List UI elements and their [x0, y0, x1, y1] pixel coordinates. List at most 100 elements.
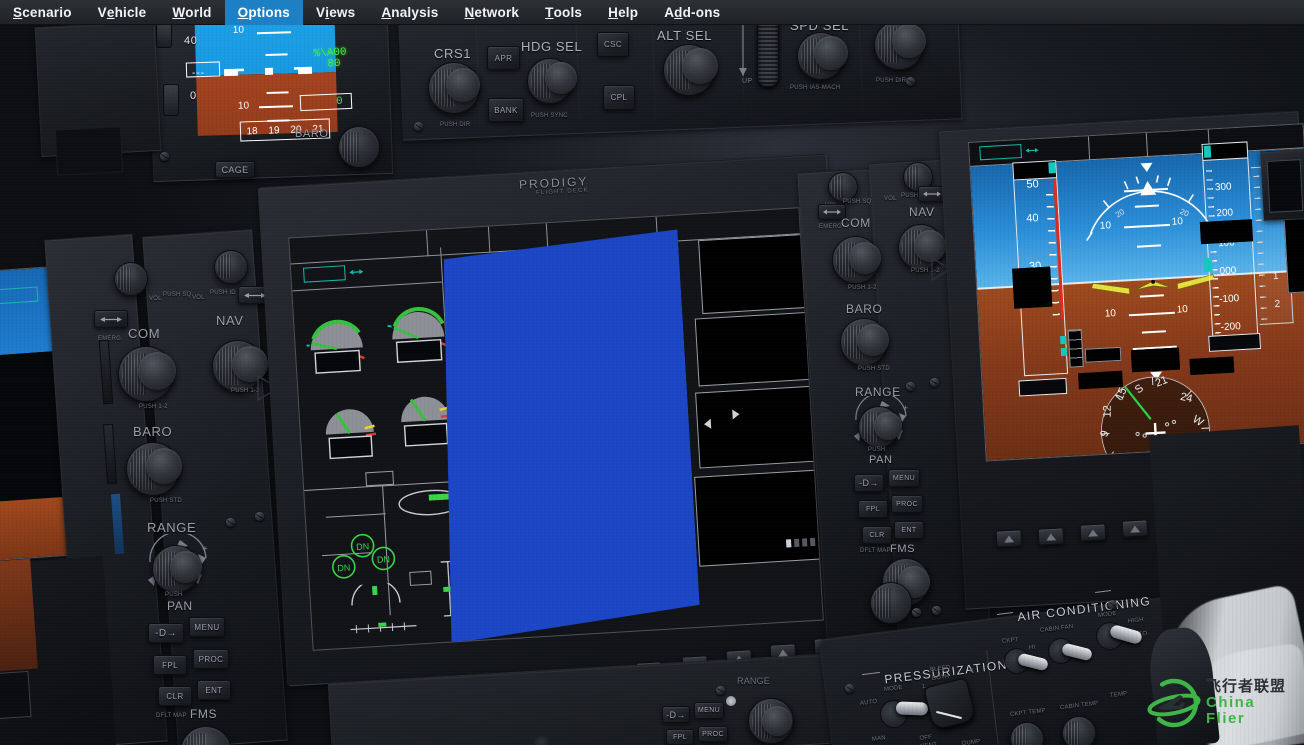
right-com-frequency-inner-knob[interactable]: [849, 242, 881, 274]
engine-gauge-itt-left: [325, 409, 377, 460]
right-direct-to-button[interactable]: -D→: [854, 474, 884, 492]
baro-inner-knob[interactable]: [146, 448, 182, 484]
right-range-pan-inner-knob[interactable]: [874, 412, 902, 440]
right-clr-button[interactable]: CLR: [862, 526, 892, 544]
menu-item-network[interactable]: Network: [451, 0, 532, 25]
pedestal-upper-knob[interactable]: [870, 582, 912, 624]
screw-pedestal-1: [716, 686, 725, 695]
svg-text:12: 12: [1102, 405, 1114, 417]
menu-item-scenario[interactable]: Scenario: [0, 0, 85, 25]
proc-button[interactable]: PROC: [193, 649, 229, 669]
pfd-pitch-dn-label-r: 10: [1176, 303, 1189, 316]
pfd-softkey-3[interactable]: [1079, 523, 1107, 542]
ent-button[interactable]: ENT: [197, 680, 231, 700]
right-ent-button[interactable]: ENT: [894, 521, 924, 539]
svg-text:DN: DN: [337, 562, 351, 573]
com-push-sq-label: PUSH SQ: [163, 292, 192, 298]
menu-item-options[interactable]: Options: [224, 0, 304, 25]
right-baro-inner-knob[interactable]: [857, 324, 889, 356]
pedestal-fpl-button[interactable]: FPL: [666, 729, 694, 745]
pfd-right-screen[interactable]: 10 10 10 10 20 20 50 40 300 200 100 000 …: [968, 123, 1304, 462]
clr-button[interactable]: CLR: [158, 686, 192, 706]
cabin-temp-knob[interactable]: [1062, 716, 1096, 745]
screw-left-bezel-1: [226, 518, 235, 527]
menu-item-vehicle[interactable]: Ve hicle: [85, 0, 160, 25]
sai-vs-readout: 0: [336, 96, 343, 108]
com-volume-knob[interactable]: [114, 262, 148, 296]
com-swap-button[interactable]: [94, 310, 128, 328]
pfd-heading-box: [1130, 347, 1181, 373]
crs2-inner-knob[interactable]: [892, 24, 926, 58]
right-com-volume-knob[interactable]: [828, 172, 858, 202]
range-pan-inner-knob[interactable]: [170, 551, 202, 583]
pfd-altitude-readout-box: [1199, 219, 1253, 245]
pfd-softkey-4[interactable]: [1121, 519, 1149, 538]
sai-green-annunciator: %\A00 80: [313, 46, 347, 72]
pfd-softkey-1[interactable]: [995, 529, 1023, 548]
right-menu-button[interactable]: MENU: [888, 469, 920, 487]
pfd-swap-arrows-icon: [1025, 148, 1039, 153]
nav-volume-knob[interactable]: [214, 250, 248, 284]
cage-button[interactable]: CAGE: [215, 161, 255, 178]
mfd-field-box-cyan[interactable]: [302, 265, 346, 283]
alt-sel-inner-knob[interactable]: [682, 48, 718, 84]
mfd-window3-left-arrow-icon: [703, 418, 712, 429]
swap-arrows-icon-3: [823, 209, 841, 215]
svg-text:+: +: [202, 544, 208, 555]
pfd-pitch-dn-label-l: 10: [1104, 308, 1117, 320]
menu-item-add-ons[interactable]: Ad d-ons: [651, 0, 733, 25]
direct-to-button[interactable]: -D→: [148, 623, 184, 643]
off-vent-label: OFFVENT: [919, 734, 937, 745]
right-proc-button[interactable]: PROC: [891, 495, 923, 513]
toggle-switch-upper[interactable]: [156, 22, 172, 48]
pedestal-menu-button[interactable]: MENU: [694, 702, 724, 719]
crs1-inner-knob[interactable]: [446, 68, 480, 102]
swap-arrows-icon-2: [244, 292, 266, 298]
mfd-synoptic-box-1: [365, 470, 395, 487]
pfd-softkey-2[interactable]: [1037, 527, 1065, 546]
toggle-switch-lower[interactable]: [163, 84, 179, 116]
pfd-as-bug-cyan-2: [1060, 347, 1068, 357]
right-nav-label: NAV: [909, 205, 935, 219]
menu-item-analysis[interactable]: Analysis: [368, 0, 451, 25]
csc-button[interactable]: CSC: [597, 32, 629, 57]
swap-arrows-icon: [100, 316, 122, 322]
pedestal-direct-to-button[interactable]: -D→: [662, 706, 690, 723]
bleed-2-label: 2: [969, 667, 974, 675]
screw-ap-2: [906, 77, 915, 86]
pedestal-port: [534, 736, 552, 745]
left-upper-recess: [54, 126, 124, 176]
pfd-bank-arc: 20 20: [1086, 162, 1215, 241]
spd-sel-inner-knob[interactable]: [814, 36, 848, 70]
pfd-field-box-cyan[interactable]: [979, 144, 1022, 161]
pressurization-mode-switch-lever[interactable]: [895, 701, 929, 716]
pedestal-indicator-lamp: [726, 696, 736, 706]
screw-above-env-2: [932, 606, 941, 615]
cpl-button[interactable]: CPL: [603, 85, 635, 110]
gear-indicator-dn-2: DN: [332, 555, 356, 579]
watermark: 飞行者联盟 China Flier: [1146, 672, 1296, 734]
standby-baro-knob[interactable]: [338, 126, 380, 168]
mfd-right-window-4: [694, 469, 822, 567]
fpl-button[interactable]: FPL: [153, 655, 187, 675]
right-fpl-button[interactable]: FPL: [858, 500, 888, 518]
com-frequency-inner-knob[interactable]: [138, 352, 176, 390]
mfd-screen[interactable]: DN DN DN: [288, 207, 824, 651]
pitch-wheel[interactable]: [757, 15, 779, 87]
pedestal-fms-inner-knob[interactable]: [762, 706, 792, 736]
apr-button[interactable]: APR: [487, 46, 520, 70]
menu-item-world[interactable]: World: [159, 0, 224, 25]
pfd-as-ref-stack: [1067, 328, 1084, 368]
menu-item-views[interactable]: Vi ews: [303, 0, 368, 25]
menu-item-tools[interactable]: Tools: [532, 0, 595, 25]
menu-item-help[interactable]: Help: [595, 0, 651, 25]
pfd-alt-tick-300: 300: [1214, 181, 1232, 194]
pedestal-proc-button[interactable]: PROC: [698, 726, 728, 742]
alt-sel-label: ALT SEL: [657, 28, 713, 43]
baro-label: BARO: [133, 424, 173, 439]
hdg-sel-inner-knob[interactable]: [545, 62, 577, 94]
menu-button[interactable]: MENU: [189, 617, 225, 637]
bank-button[interactable]: BANK: [488, 98, 524, 122]
right-com-push-12-label: PUSH 1-2: [848, 285, 877, 291]
svg-text:20: 20: [1179, 207, 1191, 219]
